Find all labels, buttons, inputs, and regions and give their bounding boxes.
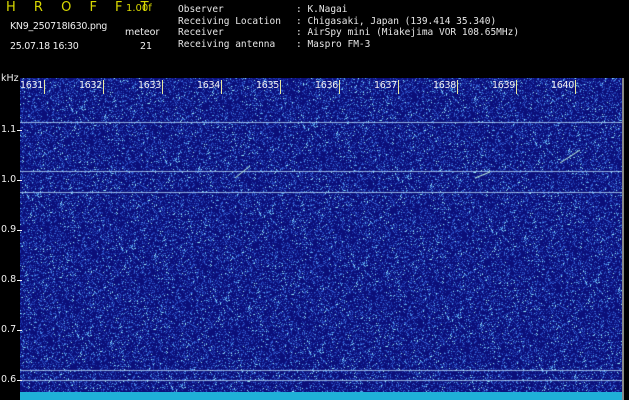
y-tick-label: 0.7 [1, 324, 17, 335]
waterfall-canvas [20, 78, 622, 392]
header-value: : K.Nagai [296, 4, 348, 15]
x-tick-label: 1633 [138, 80, 161, 91]
header-label: Receiver [178, 27, 224, 38]
x-tick [280, 80, 281, 94]
x-tick [339, 80, 340, 94]
x-tick [516, 80, 517, 94]
y-tick [17, 130, 22, 131]
y-tick [17, 330, 22, 331]
x-tick [457, 80, 458, 94]
plot-border [622, 78, 624, 400]
header-value: : Maspro FM-3 [296, 38, 371, 50]
x-tick-label: 1637 [374, 80, 397, 91]
timestamp: 25.07.18 16:30 [10, 41, 79, 52]
app-version: 1.00f [126, 3, 152, 14]
signal-baseline [20, 392, 622, 400]
x-tick-label: 1631 [20, 80, 43, 91]
meteor-count: 21 [140, 41, 153, 52]
y-tick-label: 0.6 [1, 374, 17, 385]
x-tick [221, 80, 222, 94]
x-tick [162, 80, 163, 94]
x-tick-label: 1640 [551, 80, 574, 91]
x-tick-label: 1639 [492, 80, 515, 91]
header-value: : Chigasaki, Japan (139.414 35.340) [296, 15, 497, 27]
y-tick [17, 180, 22, 181]
x-tick [103, 80, 104, 94]
y-tick [17, 230, 22, 231]
x-tick [575, 80, 576, 94]
y-tick-label: 1.0 [1, 174, 17, 185]
x-tick-label: 1638 [433, 80, 456, 91]
y-axis-unit: kHz [1, 73, 19, 84]
x-tick-label: 1636 [315, 80, 338, 91]
header-values: : K.Nagai : Chigasaki, Japan (139.414 35… [296, 4, 519, 50]
header-label: Observer [178, 4, 224, 15]
meteor-label: meteor [125, 27, 160, 38]
y-tick-label: 1.1 [1, 124, 17, 135]
y-tick [17, 380, 22, 381]
image-filename: KN9_250718I630.png [10, 21, 108, 32]
header-label: Receiving antenna [178, 38, 276, 50]
y-tick-label: 0.9 [1, 224, 17, 235]
header-value: : AirSpy mini (Miakejima VOR 108.65MHz) [296, 27, 520, 38]
header-label: Receiving Location [178, 15, 281, 27]
spectrogram-plot [20, 78, 622, 392]
x-tick-label: 1634 [197, 80, 220, 91]
x-tick [44, 80, 45, 94]
x-tick-label: 1635 [256, 80, 279, 91]
x-tick [398, 80, 399, 94]
x-tick-label: 1632 [79, 80, 102, 91]
y-tick-label: 0.8 [1, 274, 17, 285]
y-tick [17, 280, 22, 281]
header-labels: Observer Receiving Location Receiver Rec… [178, 4, 281, 50]
